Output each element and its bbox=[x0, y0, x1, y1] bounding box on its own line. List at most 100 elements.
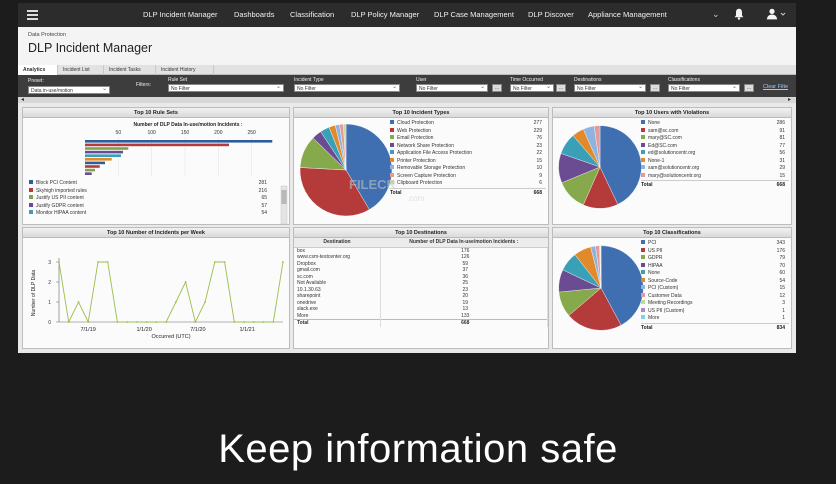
rule-sets-legend-count: 57 bbox=[261, 202, 267, 209]
per-week-y-label: Number of DLP Data bbox=[31, 270, 37, 317]
destination-row[interactable]: box 176 bbox=[294, 247, 548, 254]
tab-incident-list[interactable]: Incident List bbox=[58, 65, 104, 75]
rule-sets-legend-label: Justify GDPR content bbox=[36, 202, 84, 209]
nav-dlp-discover[interactable]: DLP Discover bbox=[528, 10, 574, 19]
classifications-total-label: Total bbox=[641, 324, 653, 331]
rule-sets-axis-title: Number of DLP Data In-use/motion Inciden… bbox=[133, 122, 242, 128]
users-legend-item[interactable]: ed@solutioncentr.org 56 bbox=[641, 150, 789, 158]
users-legend-item[interactable]: mary@SC.com 81 bbox=[641, 135, 789, 143]
rule-sets-bar-4 bbox=[85, 154, 121, 157]
chevron-down-icon[interactable]: ⌄ bbox=[712, 9, 720, 20]
users-legend-label: None-1 bbox=[648, 157, 665, 164]
classifications-legend-item[interactable]: PCI (Custom) 15 bbox=[641, 285, 789, 293]
classifications-legend-item[interactable]: PCI 343 bbox=[641, 240, 789, 248]
classifications-legend-item[interactable]: More 1 bbox=[641, 315, 789, 323]
nav-dashboards[interactable]: Dashboards bbox=[234, 10, 274, 19]
scroll-right-icon[interactable]: ▸ bbox=[788, 96, 791, 103]
incidents-column-header[interactable]: Number of DLP Data In-use/motion Inciden… bbox=[380, 238, 548, 248]
users-legend-swatch bbox=[641, 127, 645, 132]
preset-select[interactable]: Data in-use/motion bbox=[28, 86, 110, 94]
per-week-point bbox=[272, 321, 275, 323]
nav-classification[interactable]: Classification bbox=[290, 10, 334, 19]
nav-appliance-management[interactable]: Appliance Management bbox=[588, 10, 667, 19]
incident-types-legend-item[interactable]: Application File Access Protection 22 bbox=[390, 150, 546, 158]
incident-types-legend-item[interactable]: Web Protection 229 bbox=[390, 127, 546, 136]
classifications-legend-item[interactable]: GDPR 79 bbox=[641, 255, 789, 263]
destinations-panel: Top 10 Destinations Destination Number o… bbox=[293, 227, 549, 349]
time-occurred-select[interactable]: No Filter bbox=[510, 84, 554, 92]
per-week-point bbox=[252, 321, 255, 323]
classifications-select[interactable]: No Filter bbox=[668, 84, 740, 92]
clear-filters-link[interactable]: Clear Filte bbox=[763, 84, 788, 90]
classifications-legend-label: HIPAA bbox=[648, 262, 663, 269]
users-title: Top 10 Users with Violations bbox=[553, 108, 791, 118]
destination-column-header[interactable]: Destination bbox=[294, 238, 380, 248]
users-legend-swatch bbox=[641, 172, 645, 177]
rule-set-select[interactable]: No Filter bbox=[168, 84, 284, 92]
per-week-x-tick: 1/1/20 bbox=[136, 327, 151, 333]
tab-incident-tasks[interactable]: Incident Tasks bbox=[104, 65, 156, 75]
incident-types-legend-item[interactable]: Removable Storage Protection 10 bbox=[390, 165, 546, 173]
users-legend-item[interactable]: None 286 bbox=[641, 120, 789, 128]
classifications-legend-item[interactable]: Source-Code 54 bbox=[641, 277, 789, 286]
destination-count: 133 bbox=[380, 312, 548, 320]
incident-types-legend-item[interactable]: Network Share Protection 23 bbox=[390, 142, 546, 151]
time-filter-button[interactable]: … bbox=[556, 84, 566, 92]
classifications-label: Classifications bbox=[668, 77, 700, 83]
bell-icon[interactable] bbox=[734, 8, 744, 20]
nav-dlp-case-management[interactable]: DLP Case Management bbox=[434, 10, 514, 19]
destinations-filter-button[interactable]: … bbox=[650, 84, 660, 92]
classifications-legend-count: 1 bbox=[782, 315, 785, 321]
classifications-legend-count: 176 bbox=[776, 247, 785, 254]
tab-analytics[interactable]: Analytics bbox=[18, 65, 58, 75]
nav-dlp-incident-manager[interactable]: DLP Incident Manager bbox=[143, 10, 218, 19]
rule-sets-legend-item[interactable]: Justify GDPR content 57 bbox=[29, 202, 283, 211]
breadcrumb[interactable]: Data Protection bbox=[28, 32, 66, 38]
users-legend-label: mary@SC.com bbox=[648, 135, 682, 141]
rule-sets-legend-item[interactable]: Skyhigh imported rules 216 bbox=[29, 187, 283, 196]
user-icon[interactable] bbox=[766, 8, 788, 20]
scroll-left-icon[interactable]: ◂ bbox=[21, 96, 24, 103]
per-week-x-tick: 7/1/20 bbox=[190, 327, 205, 333]
classifications-legend-item[interactable]: HIPAA 70 bbox=[641, 262, 789, 271]
nav-dlp-policy-manager[interactable]: DLP Policy Manager bbox=[351, 10, 419, 19]
classifications-legend-label: Meeting Recordings bbox=[648, 300, 693, 306]
hamburger-menu-icon[interactable] bbox=[27, 10, 38, 20]
classifications-legend-count: 12 bbox=[779, 292, 785, 299]
destination-row[interactable]: More 133 bbox=[294, 312, 548, 320]
classifications-legend-count: 54 bbox=[779, 277, 785, 284]
users-legend-item[interactable]: mary@solutioncentr.org 15 bbox=[641, 172, 789, 181]
destinations-label: Destinations bbox=[574, 77, 602, 83]
per-week-point bbox=[243, 321, 245, 323]
classifications-legend-label: None bbox=[648, 270, 660, 276]
destinations-select[interactable]: No Filter bbox=[574, 84, 646, 92]
rule-sets-panel: Top 10 Rule Sets Number of DLP Data In-u… bbox=[22, 107, 290, 225]
incident-types-legend-swatch bbox=[390, 150, 394, 154]
incident-types-legend-item[interactable]: Printer Protection 15 bbox=[390, 157, 546, 166]
classifications-legend-item[interactable]: US PII (Custom) 1 bbox=[641, 307, 789, 316]
classifications-legend-swatch bbox=[641, 277, 645, 282]
classifications-filter-button[interactable]: … bbox=[744, 84, 754, 92]
per-week-x-tick: 1/1/21 bbox=[240, 327, 255, 333]
classifications-legend-item[interactable]: US PII 176 bbox=[641, 247, 789, 256]
users-legend-item[interactable]: None-1 31 bbox=[641, 157, 789, 166]
horizontal-scrollbar[interactable]: ◂ ▸ bbox=[18, 97, 796, 103]
classifications-legend-item[interactable]: None 60 bbox=[641, 270, 789, 278]
users-legend-item[interactable]: sam@solutioncentr.org 29 bbox=[641, 165, 789, 173]
classifications-legend-item[interactable]: Meeting Recordings 3 bbox=[641, 300, 789, 308]
user-filter-button[interactable]: … bbox=[492, 84, 502, 92]
users-legend-item[interactable]: Ed@SC.com 77 bbox=[641, 142, 789, 151]
rule-sets-legend-item[interactable]: Monitor HIPAA content 54 bbox=[29, 210, 283, 218]
classifications-legend-count: 3 bbox=[782, 300, 785, 306]
incident-types-legend-item[interactable]: Email Protection 76 bbox=[390, 135, 546, 143]
rule-sets-legend-item[interactable]: Justify US PII content 65 bbox=[29, 195, 283, 203]
classifications-legend-item[interactable]: Customer Data 12 bbox=[641, 292, 789, 301]
users-legend-item[interactable]: sam@sc.com 91 bbox=[641, 127, 789, 136]
tab-incident-history[interactable]: Incident History bbox=[156, 65, 214, 75]
user-select[interactable]: No Filter bbox=[416, 84, 488, 92]
incident-types-legend-item[interactable]: Cloud Protection 277 bbox=[390, 120, 546, 128]
incident-type-select[interactable]: No Filter bbox=[294, 84, 400, 92]
rule-sets-legend-item[interactable]: Block PCI Content 281 bbox=[29, 180, 283, 188]
users-legend-swatch bbox=[641, 135, 645, 139]
incident-types-legend-count: 23 bbox=[536, 142, 542, 149]
